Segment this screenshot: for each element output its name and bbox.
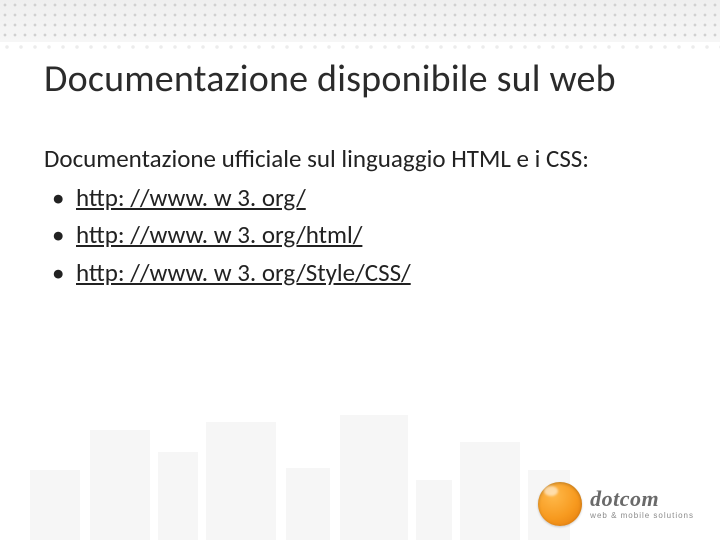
link-list: http: //www. w 3. org/ http: //www. w 3.… [44, 179, 676, 292]
slide-title: Documentazione disponibile sul web [44, 56, 676, 102]
list-item: http: //www. w 3. org/html/ [48, 216, 676, 254]
link-w3-html[interactable]: http: //www. w 3. org/html/ [76, 219, 362, 250]
link-w3-css[interactable]: http: //www. w 3. org/Style/CSS/ [76, 257, 411, 288]
logo-tagline: web & mobile solutions [590, 512, 694, 520]
list-item: http: //www. w 3. org/Style/CSS/ [48, 254, 676, 292]
logo-mark-icon [538, 482, 582, 526]
logo: dotcom web & mobile solutions [538, 482, 694, 526]
list-item: http: //www. w 3. org/ [48, 179, 676, 217]
intro-text: Documentazione ufficiale sul linguaggio … [44, 144, 676, 175]
link-w3-root[interactable]: http: //www. w 3. org/ [76, 182, 306, 213]
logo-text: dotcom web & mobile solutions [590, 488, 694, 520]
logo-brand: dotcom [590, 488, 694, 510]
